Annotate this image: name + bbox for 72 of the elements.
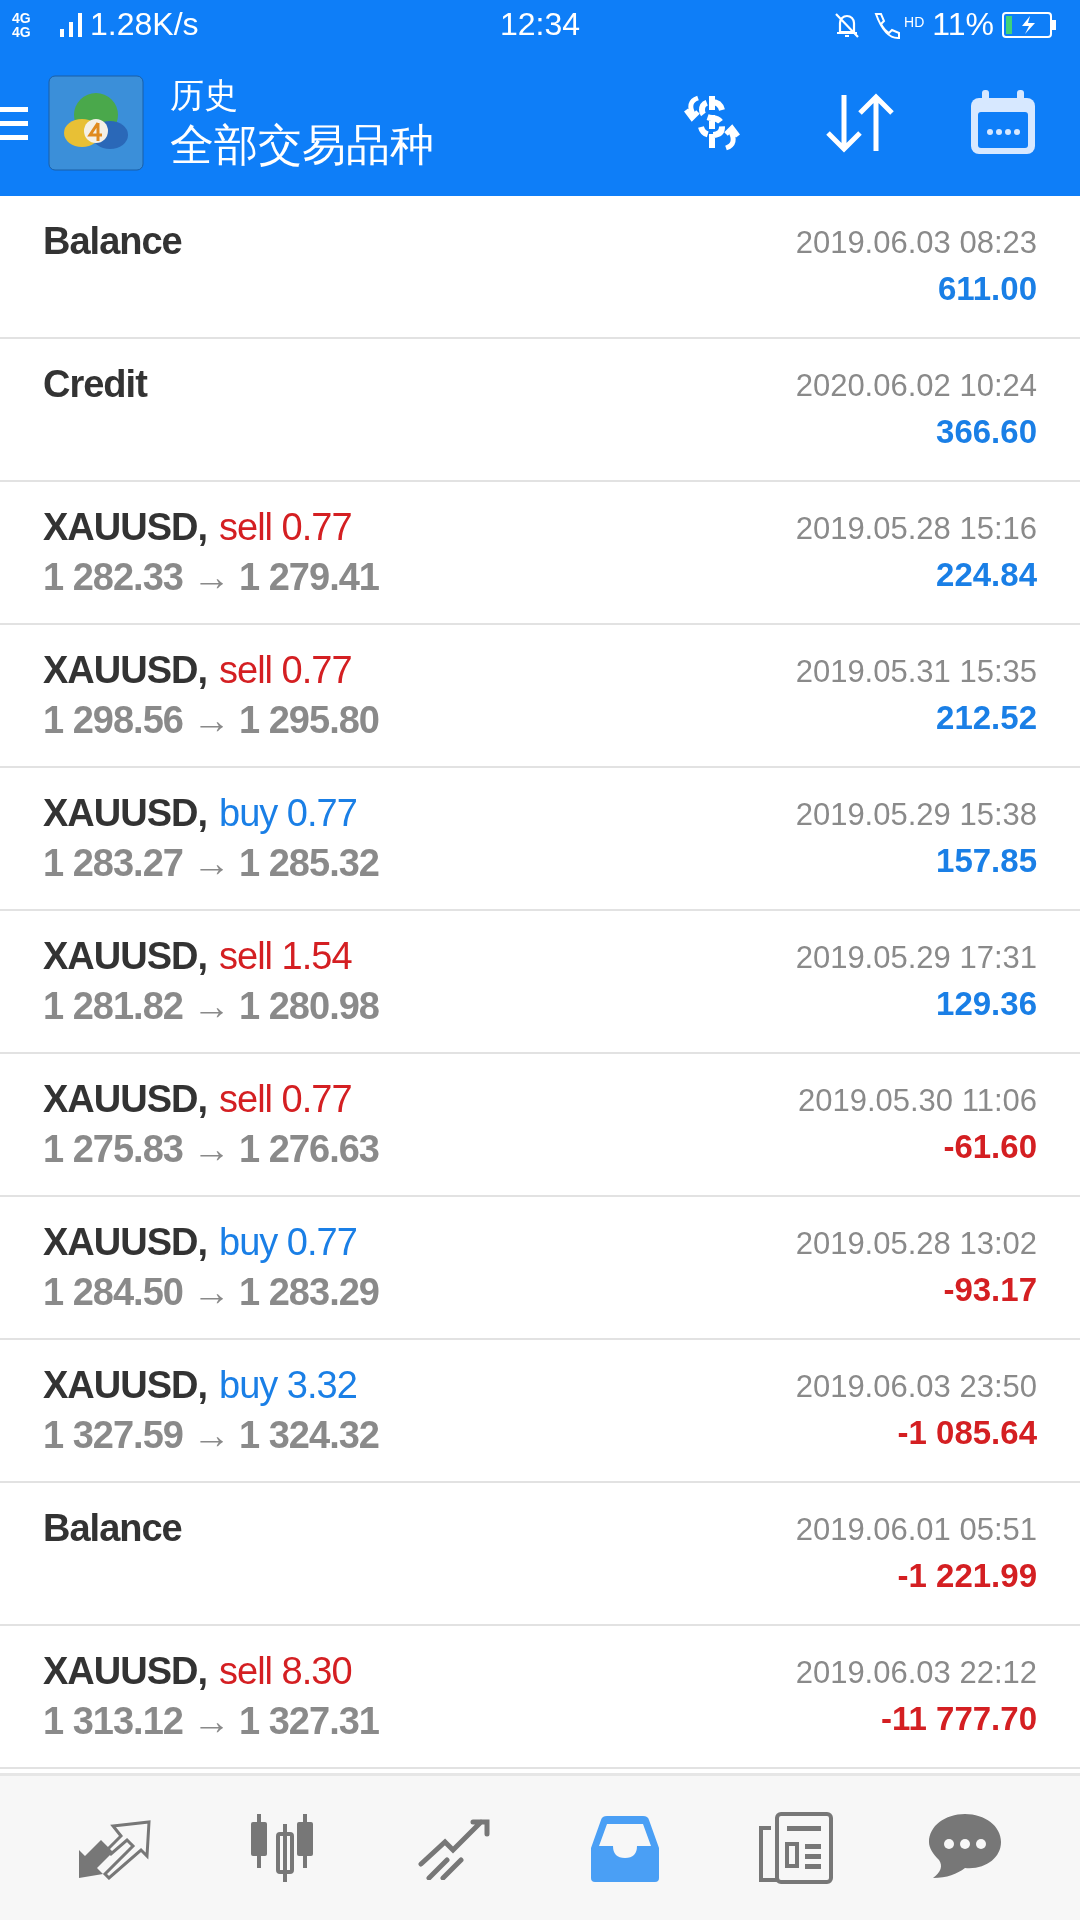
profit-amount: 157.85 (936, 841, 1037, 881)
operation-time: 2019.05.29 15:38 (795, 796, 1037, 834)
profit-amount: -61.60 (943, 1127, 1037, 1167)
operation-time: 2019.06.03 23:50 (795, 1368, 1037, 1406)
price-range: 1 284.50 → 1 283.29 (43, 1270, 379, 1315)
profit-amount: 224.84 (936, 555, 1037, 595)
symbol-label: XAUUSD, (43, 934, 208, 979)
operation-time: 2019.06.03 22:12 (795, 1654, 1037, 1692)
operation-time: 2019.06.01 05:51 (795, 1511, 1037, 1549)
history-row[interactable]: Balance 2019.06.01 05:51 -1 221.99 (0, 1483, 1080, 1626)
trade-side: sell 8.30 (219, 1649, 352, 1694)
clock: 12:34 (498, 6, 582, 43)
profit-amount: -93.17 (943, 1270, 1037, 1310)
operation-time: 2019.05.28 15:16 (795, 510, 1037, 548)
history-row[interactable]: XAUUSD, buy 0.77 1 283.27 → 1 285.32 2019.05.29 15:38 157.85 (0, 768, 1080, 911)
symbol-label: XAUUSD, (43, 505, 208, 550)
operation-label: Balance (43, 219, 182, 264)
price-range: 1 283.27 → 1 285.32 (43, 841, 379, 886)
history-row[interactable]: Credit 2020.06.02 10:24 366.60 (0, 339, 1080, 482)
price-range: 1 275.83 → 1 276.63 (43, 1127, 379, 1172)
operation-time: 2019.05.28 13:02 (795, 1225, 1037, 1263)
price-range: 1 327.59 → 1 324.32 (43, 1413, 379, 1458)
profit-amount: -1 221.99 (897, 1556, 1037, 1596)
newspaper-icon[interactable] (757, 1812, 833, 1884)
symbol-label: XAUUSD, (43, 1077, 208, 1122)
history-row[interactable]: XAUUSD, sell 8.30 1 313.12 → 1 327.31 2019.06.03 22:12 -11 777.70 (0, 1626, 1080, 1769)
history-row[interactable]: XAUUSD, buy 3.32 1 327.59 → 1 324.32 2019.06.03 23:50 -1 085.64 (0, 1340, 1080, 1483)
symbol-filter[interactable]: 全部交易品种 (170, 116, 434, 173)
operation-time: 2019.05.30 11:06 (797, 1082, 1037, 1120)
profit-amount: 212.52 (936, 698, 1037, 738)
symbol-label: XAUUSD, (43, 1649, 208, 1694)
price-range: 1 298.56 → 1 295.80 (43, 698, 379, 743)
history-row[interactable]: XAUUSD, sell 0.77 1 275.83 → 1 276.63 2019.05.30 11:06 -61.60 (0, 1054, 1080, 1197)
symbol-label: XAUUSD, (43, 791, 208, 836)
symbol-label: XAUUSD, (43, 1363, 208, 1408)
price-range: 1 282.33 → 1 279.41 (43, 555, 379, 600)
profit-amount: 611.00 (937, 269, 1037, 309)
trade-side: sell 0.77 (219, 648, 352, 693)
history-row[interactable]: Balance 2019.06.03 08:23 611.00 (0, 196, 1080, 339)
operation-time: 2019.05.31 15:35 (795, 653, 1037, 691)
history-row[interactable]: XAUUSD, sell 0.77 1 282.33 → 1 279.41 2019.05.28 15:16 224.84 (0, 482, 1080, 625)
screen-title: 历史 (170, 74, 239, 116)
symbol-label: XAUUSD, (43, 1220, 208, 1265)
trade-side: buy 3.32 (219, 1363, 357, 1408)
operation-time: 2020.06.02 10:24 (795, 367, 1037, 405)
app-logo-icon (48, 74, 144, 171)
trade-side: buy 0.77 (219, 791, 357, 836)
history-row[interactable]: XAUUSD, sell 1.54 1 281.82 → 1 280.98 2019.05.29 17:31 129.36 (0, 911, 1080, 1054)
profit-amount: 366.60 (936, 412, 1037, 452)
battery-percent: 11% (932, 6, 994, 43)
profit-amount: -1 085.64 (897, 1413, 1037, 1453)
symbol-label: XAUUSD, (43, 648, 208, 693)
trade-side: sell 0.77 (219, 505, 352, 550)
history-row[interactable]: XAUUSD, sell 0.77 1 298.56 → 1 295.80 2019.05.31 15:35 212.52 (0, 625, 1080, 768)
operation-label: Balance (43, 1506, 182, 1551)
price-range: 1 313.12 → 1 327.31 (43, 1699, 379, 1744)
network-speed: 1.28K/s (90, 6, 199, 43)
operation-time: 2019.05.29 17:31 (795, 939, 1037, 977)
history-row[interactable]: XAUUSD, buy 0.77 1 284.50 → 1 283.29 2019.05.28 13:02 -93.17 (0, 1197, 1080, 1340)
operation-label: Credit (43, 362, 147, 407)
battery-charging-icon (1002, 11, 1058, 38)
hd-call-label: HD (904, 14, 925, 30)
profit-amount: -11 777.70 (881, 1699, 1037, 1739)
trend-chart-icon[interactable] (417, 1816, 493, 1880)
trade-side: sell 1.54 (219, 934, 352, 979)
profit-amount: 129.36 (936, 984, 1037, 1024)
trade-side: sell 0.77 (219, 1077, 352, 1122)
network-label: 4G 4G (12, 10, 32, 39)
trade-side: buy 0.77 (219, 1220, 357, 1265)
operation-time: 2019.06.03 08:23 (795, 224, 1037, 262)
price-range: 1 281.82 → 1 280.98 (43, 984, 379, 1029)
signal-icon (60, 12, 82, 37)
